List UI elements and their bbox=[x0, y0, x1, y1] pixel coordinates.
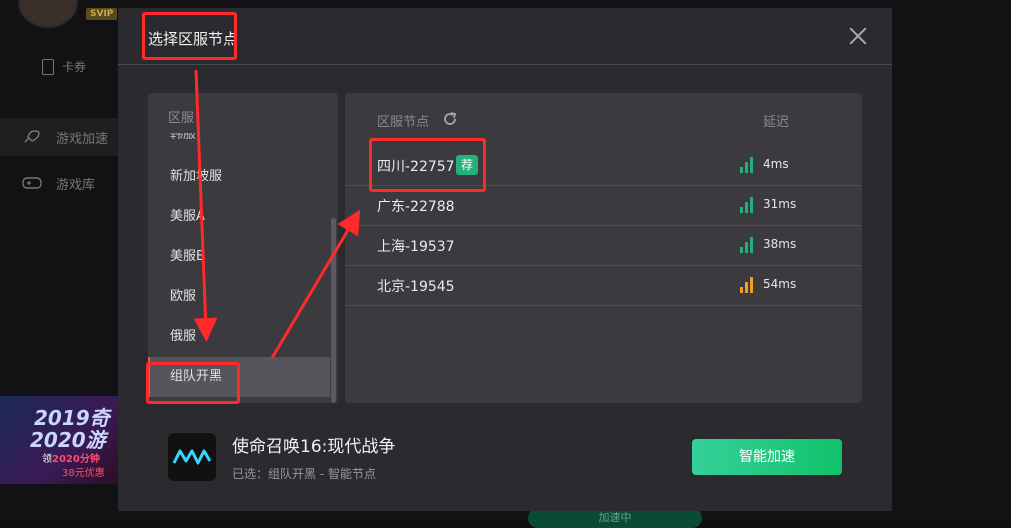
modal-title: 选择区服节点 bbox=[148, 30, 239, 48]
latency-value: 31ms bbox=[763, 197, 797, 211]
modal-header: 选择区服节点 bbox=[118, 8, 892, 65]
nav-item-game-accel[interactable]: 游戏加速 bbox=[0, 118, 118, 156]
region-item-us-b[interactable]: 美服B bbox=[148, 237, 330, 277]
background-accelerate-button[interactable]: 加速中 bbox=[528, 508, 702, 528]
game-logo-icon bbox=[168, 433, 216, 481]
signal-icon bbox=[740, 277, 754, 293]
banner-line4: 38元优惠 bbox=[62, 468, 105, 479]
region-item-singapore[interactable]: 新加坡服 bbox=[148, 157, 330, 197]
nav-item-game-library[interactable]: 游戏库 bbox=[0, 164, 118, 202]
coupon-label: 卡券 bbox=[62, 60, 87, 74]
region-item-team[interactable]: 组队开黑 bbox=[148, 357, 330, 397]
region-scrollbar[interactable] bbox=[331, 218, 336, 403]
region-node-modal: 选择区服节点 区服 韩服 新加坡服 美服A 美服B 欧服 俄服 组队开黑 区服节… bbox=[118, 8, 892, 511]
node-row[interactable]: 四川-22757 荐 4ms bbox=[345, 145, 862, 186]
region-item-eu[interactable]: 欧服 bbox=[148, 277, 330, 317]
game-title: 使命召唤16:现代战争 bbox=[232, 437, 396, 457]
region-item-ru[interactable]: 俄服 bbox=[148, 317, 330, 357]
avatar[interactable] bbox=[18, 0, 78, 28]
region-item-us-a[interactable]: 美服A bbox=[148, 197, 330, 237]
smart-accelerate-button[interactable]: 智能加速 bbox=[692, 439, 842, 475]
coupon-link[interactable]: 卡券 bbox=[42, 58, 86, 75]
node-name: 上海-19537 bbox=[377, 239, 455, 255]
close-icon[interactable] bbox=[848, 26, 868, 46]
game-selection-summary: 已选：组队开黑 - 智能节点 bbox=[232, 467, 376, 481]
region-header: 区服 bbox=[168, 111, 195, 126]
region-list: 韩服 新加坡服 美服A 美服B 欧服 俄服 组队开黑 bbox=[148, 133, 330, 397]
latency-value: 4ms bbox=[763, 157, 789, 171]
promo-banner[interactable]: 2019奇 2020游 领2020分钟 38元优惠 bbox=[0, 396, 118, 484]
svip-badge: SVIP bbox=[86, 8, 118, 20]
node-header: 区服节点 延迟 bbox=[345, 93, 862, 143]
node-panel: 区服节点 延迟 四川-22757 荐 4ms 广东-22788 31ms 上海-… bbox=[345, 93, 862, 403]
gamepad-icon bbox=[22, 177, 42, 189]
coupon-icon bbox=[42, 58, 54, 75]
node-name: 广东-22788 bbox=[377, 199, 455, 215]
nav-label: 游戏库 bbox=[56, 177, 96, 193]
banner-line2: 2020游 bbox=[30, 428, 106, 452]
node-row[interactable]: 上海-19537 38ms bbox=[345, 225, 862, 266]
signal-icon bbox=[740, 157, 754, 173]
recommended-badge: 荐 bbox=[456, 155, 478, 175]
region-panel: 区服 韩服 新加坡服 美服A 美服B 欧服 俄服 组队开黑 bbox=[148, 93, 338, 403]
node-name: 四川-22757 bbox=[377, 159, 455, 175]
nav-label: 游戏加速 bbox=[56, 131, 109, 147]
refresh-icon[interactable] bbox=[442, 111, 458, 127]
latency-value: 38ms bbox=[763, 237, 797, 251]
region-item-korea[interactable]: 韩服 bbox=[148, 133, 330, 157]
node-name: 北京-19545 bbox=[377, 279, 455, 295]
latency-value: 54ms bbox=[763, 277, 797, 291]
node-row[interactable]: 广东-22788 31ms bbox=[345, 185, 862, 226]
latency-header: 延迟 bbox=[763, 115, 790, 130]
signal-icon bbox=[740, 237, 754, 253]
signal-icon bbox=[740, 197, 754, 213]
node-row[interactable]: 北京-19545 54ms bbox=[345, 265, 862, 306]
rocket-icon bbox=[24, 130, 40, 143]
banner-line3: 领2020分钟 bbox=[42, 454, 100, 465]
node-header-label: 区服节点 bbox=[377, 115, 430, 130]
